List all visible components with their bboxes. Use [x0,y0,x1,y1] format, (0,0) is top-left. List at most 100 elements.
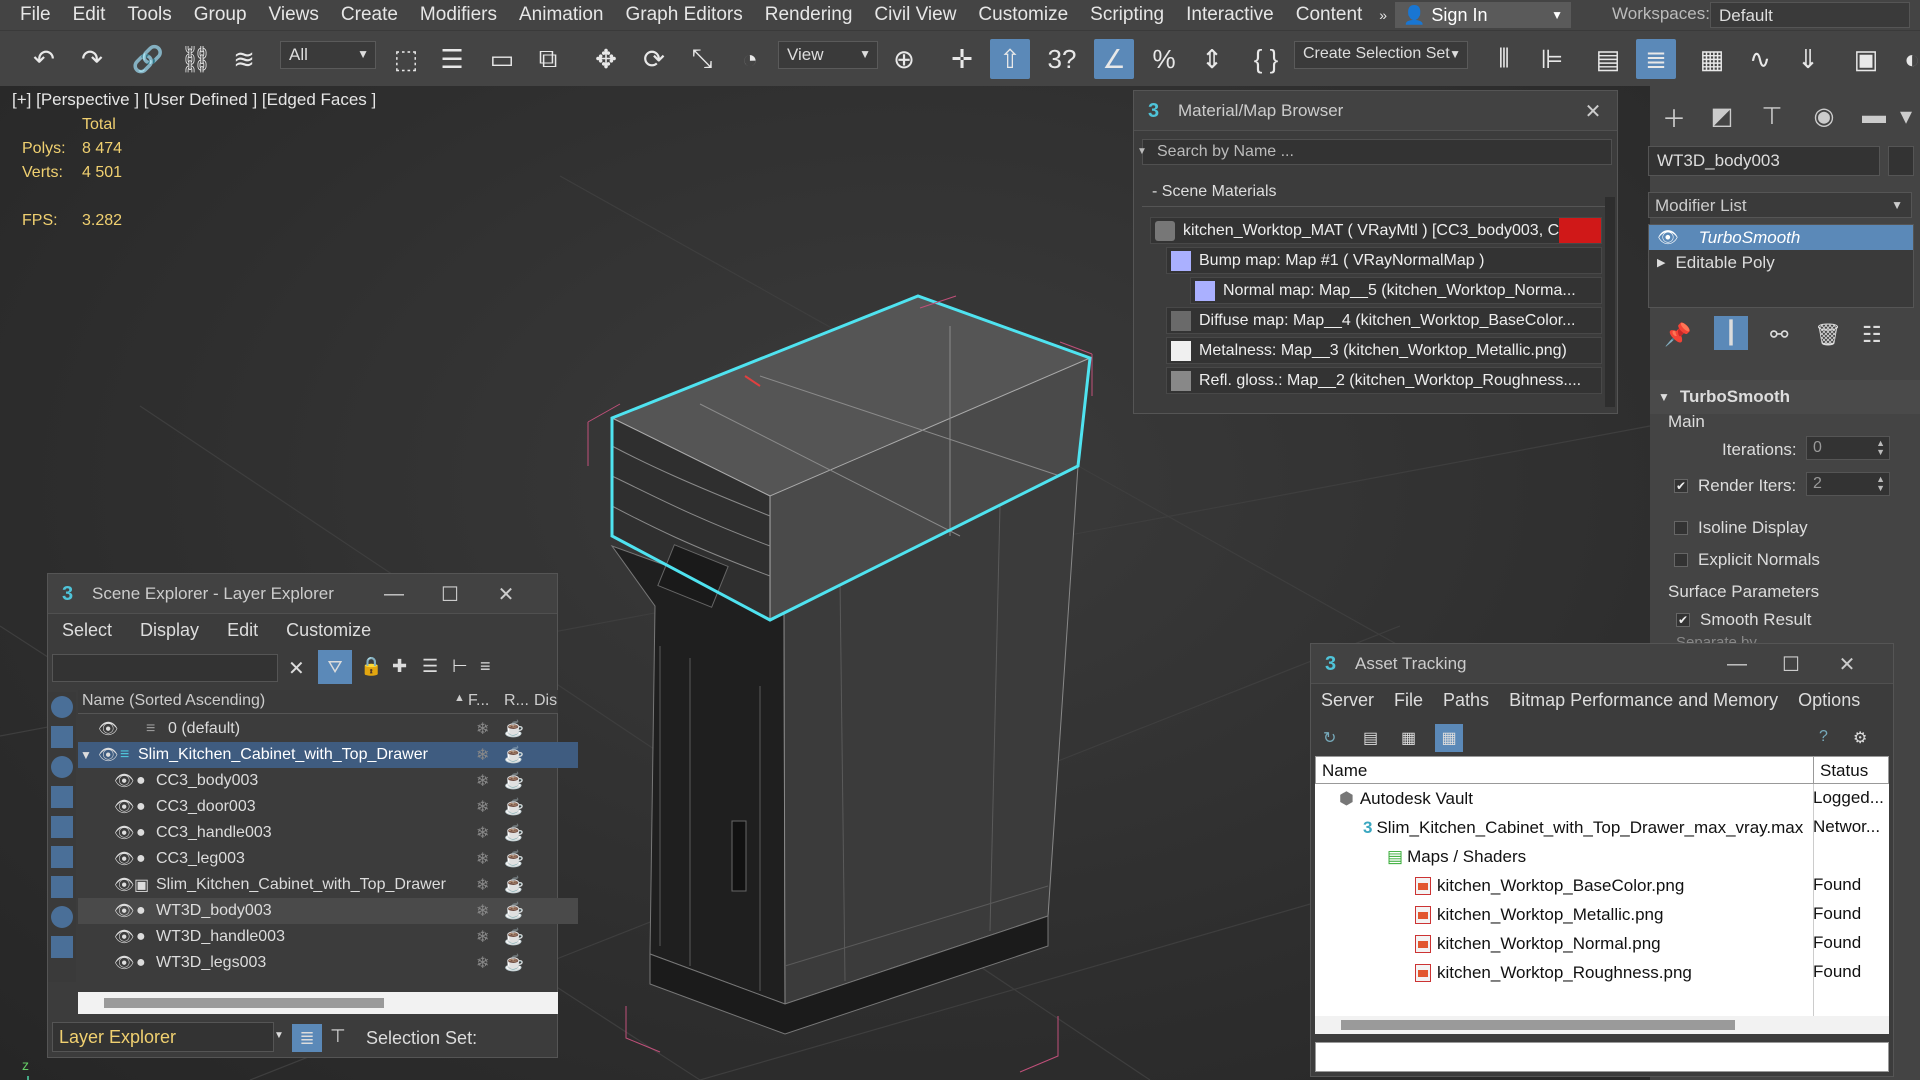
menu-customize[interactable]: Customize [967,4,1079,26]
render-teapot-icon[interactable]: ☕ [504,797,524,817]
asset-row[interactable]: ⬢ Autodesk Vault Logged... [1315,784,1889,813]
object-row[interactable]: 👁 ● WT3D_legs003 ❄ ☕ [78,950,578,976]
freeze-icon[interactable]: ❄ [476,719,489,739]
menu-graph-editors[interactable]: Graph Editors [615,4,754,26]
bones-filter-icon[interactable] [51,936,73,958]
asset-path-field[interactable] [1315,1042,1889,1072]
render-teapot-icon[interactable]: ☕ [504,823,524,843]
maximize-icon[interactable]: ☐ [1773,650,1809,678]
freeze-icon[interactable]: ❄ [476,901,489,921]
move-icon[interactable]: ✥ [586,39,626,79]
collapse-icon[interactable]: ▼ [80,748,92,762]
clear-search-icon[interactable]: ✕ [288,656,305,681]
render-teapot-icon[interactable]: ☕ [504,745,524,765]
menu-select[interactable]: Select [48,620,126,641]
material-browser-scrollbar[interactable] [1605,197,1615,407]
link-icon[interactable]: 🔗 [128,39,168,79]
column-freeze[interactable]: F... [468,692,489,710]
menu-server[interactable]: Server [1311,690,1384,711]
horizontal-scrollbar[interactable] [1315,1016,1889,1034]
object-row[interactable]: 👁 ▣ Slim_Kitchen_Cabinet_with_Top_Drawer ❄ ☕ [78,872,578,898]
settings-icon[interactable]: ⚙ [1853,728,1867,748]
render-teapot-icon[interactable]: ☕ [504,927,524,947]
menu-content[interactable]: Content [1285,4,1374,26]
named-selection-dropdown[interactable]: Create Selection Set ▼ [1294,41,1468,69]
layers-icon[interactable]: ☰ [422,656,438,677]
eye-icon[interactable]: 👁 [98,745,118,765]
redo-icon[interactable]: ↷ [72,39,112,79]
map-row[interactable]: Diffuse map: Map__4 (kitchen_Worktop_Bas… [1166,307,1602,334]
stack-item-turbosmooth[interactable]: 👁 TurboSmooth [1649,225,1913,250]
layer-mode-icon[interactable]: ≣ [292,1024,322,1052]
menu-file[interactable]: File [0,4,62,26]
freeze-icon[interactable]: ❄ [476,927,489,947]
configure-modifier-sets-icon[interactable]: ☷ [1862,322,1882,348]
asset-row[interactable]: kitchen_Worktop_Metallic.png Found [1315,900,1889,929]
geometry-filter-icon[interactable] [51,696,73,718]
angle-snap-icon[interactable]: ∠ [1094,39,1134,79]
menu-edit[interactable]: Edit [62,4,117,26]
object-color-swatch[interactable] [1888,146,1914,176]
hierarchy-mode-icon[interactable]: ⊤ [330,1026,346,1047]
menu-customize[interactable]: Customize [272,620,385,641]
cameras-filter-icon[interactable] [51,786,73,808]
minimize-icon[interactable]: — [1719,650,1755,678]
material-search-input[interactable]: ▼ Search by Name ... [1137,139,1612,165]
material-row[interactable]: kitchen_Worktop_MAT ( VRayMtl ) [CC3_bod… [1150,217,1602,244]
menu-interactive[interactable]: Interactive [1175,4,1285,26]
utilities-tab-icon[interactable]: ▾ [1894,98,1918,134]
freeze-icon[interactable]: ❄ [476,771,489,791]
checkbox-checked[interactable]: ✔ [1676,613,1690,627]
trash-icon[interactable]: 🗑 [1814,322,1842,348]
menu-tools[interactable]: Tools [116,4,182,26]
schematic-view-icon[interactable]: ⇓ [1788,39,1828,79]
sign-in-button[interactable]: 👤 Sign In ▼ [1395,2,1571,28]
object-row[interactable]: 👁 ● WT3D_body003 ❄ ☕ [78,898,578,924]
explorer-type-dropdown[interactable]: Layer Explorer [52,1022,274,1052]
menu-civil-view[interactable]: Civil View [863,4,967,26]
menu-views[interactable]: Views [258,4,330,26]
menu-file[interactable]: File [1384,690,1433,711]
pivot-icon[interactable]: ⊕ [884,39,924,79]
scale-icon[interactable]: ⤡ [682,39,722,79]
scene-explorer-search-input[interactable] [52,654,278,682]
checkbox-unchecked[interactable] [1674,553,1688,567]
edit-named-sets-icon[interactable]: { } [1246,39,1286,79]
menu-paths[interactable]: Paths [1433,690,1499,711]
render-iters-spinner[interactable]: 2 ▲ ▼ [1806,472,1890,496]
placement-icon[interactable]: ◔ [730,39,770,79]
toggle-ribbon-icon[interactable]: ▦ [1692,39,1732,79]
lock-icon[interactable]: 🔒 [360,656,382,677]
rotate-icon[interactable]: ⟳ [634,39,674,79]
eye-icon[interactable]: 👁 [114,823,134,843]
create-tab-icon[interactable]: ＋ [1656,98,1692,134]
freeze-icon[interactable]: ❄ [476,745,489,765]
freeze-icon[interactable]: ❄ [476,875,489,895]
eye-icon[interactable]: 👁 [114,953,134,973]
render-teapot-icon[interactable]: ☕ [504,849,524,869]
eye-icon[interactable]: 👁 [114,875,134,895]
horizontal-scrollbar[interactable] [78,992,558,1014]
object-name-field[interactable]: WT3D_body003 [1648,146,1880,176]
map-row[interactable]: Normal map: Map__5 (kitchen_Worktop_Norm… [1190,277,1602,304]
menu-display[interactable]: Display [126,620,213,641]
unlink-icon[interactable]: ⛓ [176,39,216,79]
layer-row[interactable]: 👁 ≡ 0 (default) ❄ ☕ [78,716,578,742]
refresh-icon[interactable]: ↻ [1323,728,1336,748]
percent-snap-icon[interactable]: % [1144,39,1184,79]
spinner-arrows-icon[interactable]: ▲ ▼ [1876,439,1885,457]
column-name[interactable]: Name (Sorted Ascending) [82,692,265,710]
menu-modifiers[interactable]: Modifiers [409,4,508,26]
keyboard-shortcut-override-icon[interactable]: ⇧ [990,39,1030,79]
curve-editor-icon[interactable]: ∿ [1740,39,1780,79]
eye-icon[interactable]: 👁 [1657,228,1679,248]
lights-filter-icon[interactable] [51,756,73,778]
filter-icon[interactable]: ⛛ [318,650,352,684]
column-display[interactable]: Dis [534,692,557,710]
menu-more[interactable]: » [1373,7,1393,23]
select-by-name-icon[interactable]: ☰ [432,39,472,79]
spinner-arrows-icon[interactable]: ▲ ▼ [1876,475,1885,493]
close-icon[interactable]: ✕ [1575,97,1611,125]
turbosmooth-rollout-header[interactable]: ▼ TurboSmooth [1650,380,1920,414]
xrefs-filter-icon[interactable] [51,906,73,928]
